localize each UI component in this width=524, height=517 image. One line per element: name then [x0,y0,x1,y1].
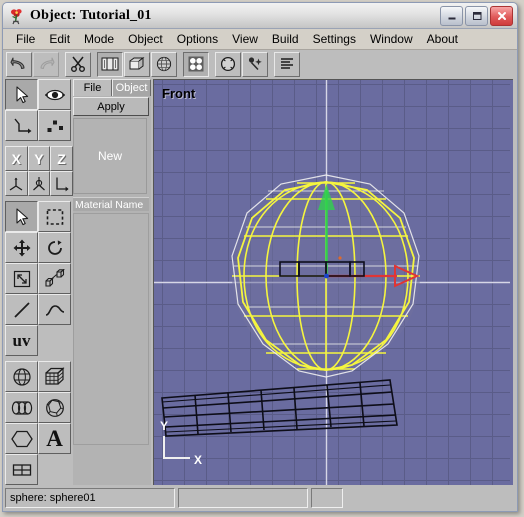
status-cell-object: sphere: sphere01 [5,488,175,508]
axis-gizmo-y-label: Y [160,419,168,433]
uv-tool-button[interactable]: uv [5,325,38,356]
material-list[interactable] [73,213,149,445]
palette-group-transform: uv [5,201,73,356]
toolbar-group-edit [65,51,91,77]
menu-about[interactable]: About [420,30,465,48]
rotate-tool-button[interactable] [38,232,71,263]
menu-bar: File Edit Mode Object Options View Build… [3,29,517,50]
hexagon-primitive-button[interactable] [5,423,38,454]
window-title: Object: Tutorial_01 [30,7,152,23]
flower-icon [8,7,26,25]
palette-group-selection [5,79,73,141]
tool-palette: X Y Z uv A [5,79,73,485]
close-button[interactable] [490,6,513,26]
axis-gizmo-x-label: X [194,453,202,467]
toolbar-group-render [215,51,268,77]
main-window: Object: Tutorial_01 File Edit Mode Objec… [2,2,518,512]
object-list[interactable]: New [73,118,147,194]
cube-primitive-button[interactable] [38,361,71,392]
status-cell-tertiary [311,488,343,508]
menu-edit[interactable]: Edit [42,30,77,48]
palette-spacer [38,325,71,356]
four-view-button[interactable] [183,51,209,77]
status-cell-secondary [178,488,308,508]
material-name-header: Material Name [73,197,149,211]
light-button[interactable] [242,51,268,77]
viewport-label: Front [162,86,196,101]
maximize-button[interactable] [465,6,488,26]
axis-z-button[interactable]: Z [50,146,73,171]
menu-file[interactable]: File [9,30,42,48]
plane-object[interactable] [161,379,398,437]
status-cell-filler [346,488,513,508]
menu-settings[interactable]: Settings [306,30,363,48]
toolbar-group-layout [183,51,209,77]
local-axis-icon-button[interactable] [5,171,28,196]
world-axis-icon-button[interactable] [50,171,73,196]
menu-options[interactable]: Options [170,30,225,48]
perspective-box-button[interactable] [124,51,150,77]
line-tool-button[interactable] [5,294,38,325]
application-window: Object: Tutorial_01 File Edit Mode Objec… [0,0,524,517]
axis-mode-buttons [5,171,73,196]
panel-tabs: File Object [73,79,151,96]
move-tool-button[interactable] [5,232,38,263]
cylinder-primitive-button[interactable] [5,392,38,423]
plane-primitive-button[interactable] [5,454,38,485]
extrude-tool-button[interactable] [38,263,71,294]
palette-spacer-2 [38,454,71,485]
wire-sphere-button[interactable] [151,51,177,77]
uv-label: uv [12,330,31,350]
menu-mode[interactable]: Mode [77,30,121,48]
pointer-select-tool-button[interactable] [5,201,38,232]
viewport-canvas: Y X [154,80,510,485]
axis-y-button[interactable]: Y [27,146,51,171]
new-label: New [97,149,122,163]
axis-constraint-buttons: X Y Z [5,146,73,171]
main-toolbar [3,50,517,79]
window-controls [440,6,513,26]
axis-x-button[interactable]: X [5,146,28,171]
curve-tool-button[interactable] [38,294,71,325]
axis-origin-tool-button[interactable] [5,110,38,141]
undo-button[interactable] [6,51,32,77]
eye-visibility-tool-button[interactable] [38,79,71,110]
text-primitive-label: A [46,426,63,451]
workspace: X Y Z uv A File Object Apply New Materia… [3,77,517,511]
apply-button[interactable]: Apply [73,97,149,116]
select-arrow-tool-button[interactable] [5,79,38,110]
menu-build[interactable]: Build [265,30,306,48]
object-panel: File Object Apply New Material Name [73,79,151,485]
palette-group-primitives: A [5,361,73,485]
tab-file[interactable]: File [73,79,112,96]
scissors-button[interactable] [65,51,91,77]
menu-object[interactable]: Object [121,30,170,48]
scale-tool-button[interactable] [5,263,38,294]
toolbar-group-list [274,51,300,77]
text-primitive-button[interactable]: A [38,423,71,454]
tab-object[interactable]: Object [112,79,151,96]
minimize-button[interactable] [440,6,463,26]
list-button[interactable] [274,51,300,77]
polyhedron-primitive-button[interactable] [38,392,71,423]
sphere-primitive-button[interactable] [5,361,38,392]
menu-window[interactable]: Window [363,30,420,48]
smooth-shade-button[interactable] [215,51,241,77]
front-view-button[interactable] [97,51,123,77]
title-bar: Object: Tutorial_01 [3,3,517,29]
status-bar: sphere: sphere01 [5,488,513,508]
toolbar-group-display [97,51,177,77]
toolbar-group-history [6,51,59,77]
viewport-front[interactable]: Front Y X [153,79,513,485]
rect-select-tool-button[interactable] [38,201,71,232]
menu-view[interactable]: View [225,30,265,48]
center-axis-icon-button[interactable] [27,171,51,196]
vertex-points-tool-button[interactable] [38,110,71,141]
redo-button[interactable] [33,51,59,77]
